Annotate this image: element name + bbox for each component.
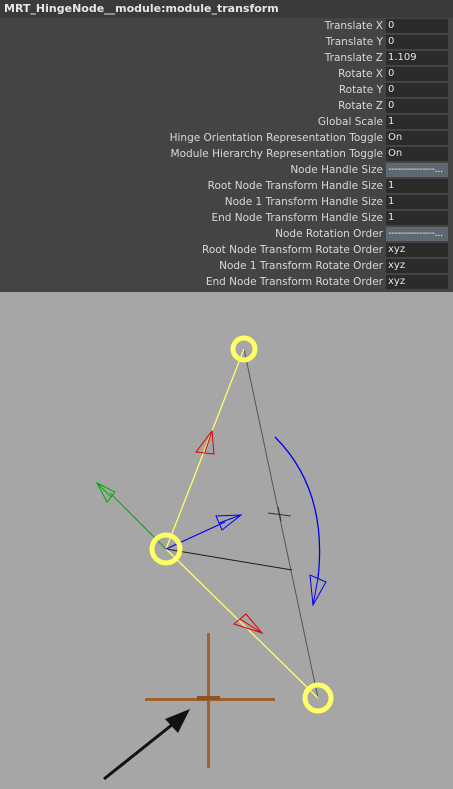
- attr-value-field[interactable]: 0: [386, 99, 448, 113]
- attr-row-global-scale[interactable]: Global Scale 1: [0, 114, 453, 130]
- axis-arrow-icon: [195, 429, 215, 455]
- attr-label[interactable]: Translate X: [325, 18, 383, 34]
- attr-label[interactable]: Root Node Transform Handle Size: [208, 178, 383, 194]
- attr-row-end-handle-size[interactable]: End Node Transform Handle Size 1: [0, 210, 453, 226]
- attr-row-rotate-x[interactable]: Rotate X 0: [0, 66, 453, 82]
- attr-row-end-rotate-order[interactable]: End Node Transform Rotate Order xyz: [0, 274, 453, 290]
- node-title: MRT_HingeNode__module:module_transform: [0, 0, 453, 18]
- attr-value-field[interactable]: 0: [386, 19, 448, 33]
- attr-separator-field[interactable]: ---------------...: [386, 227, 448, 241]
- attr-value-field[interactable]: 1: [386, 195, 448, 209]
- attr-row-rotate-z[interactable]: Rotate Z 0: [0, 98, 453, 114]
- attr-value-field[interactable]: 1: [386, 179, 448, 193]
- attr-row-node1-rotate-order[interactable]: Node 1 Transform Rotate Order xyz: [0, 258, 453, 274]
- attr-value-field[interactable]: 0: [386, 35, 448, 49]
- attr-row-rotate-y[interactable]: Rotate Y 0: [0, 82, 453, 98]
- attr-label[interactable]: Node 1 Transform Handle Size: [225, 194, 383, 210]
- attr-value-field[interactable]: 0: [386, 67, 448, 81]
- attr-value-field[interactable]: xyz: [386, 243, 448, 257]
- attr-label[interactable]: End Node Transform Rotate Order: [206, 274, 383, 290]
- attr-value-field[interactable]: On: [386, 147, 448, 161]
- attr-value-field[interactable]: xyz: [386, 259, 448, 273]
- attr-row-hinge-orientation-toggle[interactable]: Hinge Orientation Representation Toggle …: [0, 130, 453, 146]
- attr-value-field[interactable]: xyz: [386, 275, 448, 289]
- attr-separator-field[interactable]: ---------------...: [386, 163, 448, 177]
- attr-label[interactable]: Rotate Y: [339, 82, 383, 98]
- attr-label[interactable]: Global Scale: [318, 114, 383, 130]
- attr-row-node-rotation-order[interactable]: Node Rotation Order ---------------...: [0, 226, 453, 242]
- attr-label[interactable]: Translate Z: [325, 50, 383, 66]
- attr-value-field[interactable]: 1: [386, 211, 448, 225]
- attr-value-field[interactable]: 0: [386, 83, 448, 97]
- attr-value-field[interactable]: On: [386, 131, 448, 145]
- attr-label[interactable]: Rotate Z: [338, 98, 383, 114]
- attr-row-node1-handle-size[interactable]: Node 1 Transform Handle Size 1: [0, 194, 453, 210]
- attr-row-root-handle-size[interactable]: Root Node Transform Handle Size 1: [0, 178, 453, 194]
- axis-arrow-icon: [95, 481, 116, 503]
- rotation-arc-icon[interactable]: [274, 436, 321, 579]
- 3d-viewport[interactable]: [0, 292, 453, 789]
- attr-label[interactable]: Module Hierarchy Representation Toggle: [171, 146, 383, 162]
- hinge-axis-line: [243, 348, 319, 699]
- attr-value-field[interactable]: 1: [386, 115, 448, 129]
- attr-row-node-handle-size[interactable]: Node Handle Size ---------------...: [0, 162, 453, 178]
- viewport-scene: [95, 335, 334, 781]
- attr-label[interactable]: Root Node Transform Rotate Order: [202, 242, 383, 258]
- attr-label[interactable]: Node 1 Transform Rotate Order: [219, 258, 383, 274]
- joint-line-lower: [165, 548, 319, 699]
- attr-row-translate-y[interactable]: Translate Y 0: [0, 34, 453, 50]
- channel-box: MRT_HingeNode__module:module_transform T…: [0, 0, 453, 292]
- attr-label[interactable]: End Node Transform Handle Size: [211, 210, 383, 226]
- attr-label[interactable]: Translate Y: [326, 34, 383, 50]
- attr-row-translate-x[interactable]: Translate X 0: [0, 18, 453, 34]
- locator-icon[interactable]: [145, 633, 275, 768]
- attr-row-translate-z[interactable]: Translate Z 1.109: [0, 50, 453, 66]
- attr-row-module-hierarchy-toggle[interactable]: Module Hierarchy Representation Toggle O…: [0, 146, 453, 162]
- axis-arrow-icon: [215, 514, 243, 531]
- attr-row-root-rotate-order[interactable]: Root Node Transform Rotate Order xyz: [0, 242, 453, 258]
- attr-label[interactable]: Hinge Orientation Representation Toggle: [170, 130, 383, 146]
- attr-label[interactable]: Rotate X: [338, 66, 383, 82]
- attr-value-field[interactable]: 1.109: [386, 51, 448, 65]
- pointer-arrow-icon: [103, 709, 190, 781]
- attr-label[interactable]: Node Handle Size: [290, 162, 383, 178]
- joint-line-upper: [165, 348, 245, 550]
- attr-label[interactable]: Node Rotation Order: [275, 226, 383, 242]
